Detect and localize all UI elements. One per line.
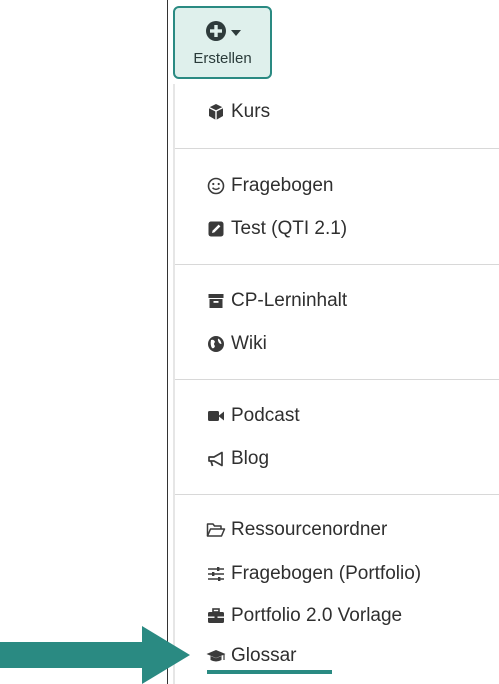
menu-item-ressourcenordner[interactable]: Ressourcenordner (175, 512, 499, 548)
highlight-arrow-icon (0, 626, 190, 684)
menu-item-podcast[interactable]: Podcast (175, 398, 499, 434)
menu-divider (175, 379, 499, 380)
menu-divider (175, 148, 499, 149)
screen: Erstellen Kurs Fragebogen Test (QTI 2.1)… (0, 0, 499, 684)
cube-icon (205, 101, 227, 123)
smiley-icon (205, 175, 227, 197)
menu-item-label: Fragebogen (Portfolio) (231, 563, 422, 584)
sliders-icon (205, 563, 227, 585)
menu-item-label: CP-Lerninhalt (231, 290, 348, 311)
menu-item-cp-lerninhalt[interactable]: CP-Lerninhalt (175, 283, 499, 319)
menu-item-label: Ressourcenordner (231, 519, 388, 540)
graduation-cap-icon (205, 645, 227, 667)
menu-item-label: Podcast (231, 405, 300, 426)
create-button-icons (205, 20, 241, 47)
menu-item-portfolio-vorlage[interactable]: Portfolio 2.0 Vorlage (175, 598, 499, 634)
menu-item-label: Glossar (231, 645, 297, 666)
edit-square-icon (205, 218, 227, 240)
menu-item-glossar[interactable]: Glossar (175, 638, 499, 674)
caret-down-icon (230, 24, 241, 42)
menu-item-fragebogen[interactable]: Fragebogen (175, 168, 499, 204)
menu-item-label: Wiki (231, 333, 267, 354)
menu-item-kurs[interactable]: Kurs (175, 94, 499, 130)
menu-item-label: Portfolio 2.0 Vorlage (231, 605, 403, 626)
menu-item-blog[interactable]: Blog (175, 441, 499, 477)
menu-item-label: Kurs (231, 101, 271, 122)
menu-item-fragebogen-portfolio[interactable]: Fragebogen (Portfolio) (175, 556, 499, 592)
create-button[interactable]: Erstellen (173, 6, 272, 79)
folder-open-icon (205, 519, 227, 541)
plus-circle-icon (205, 20, 227, 47)
menu-item-label: Fragebogen (231, 175, 334, 196)
briefcase-icon (205, 605, 227, 627)
video-camera-icon (205, 405, 227, 427)
globe-icon (205, 333, 227, 355)
create-dropdown-menu: Kurs Fragebogen Test (QTI 2.1) CP-Lernin… (175, 84, 499, 684)
create-button-label: Erstellen (193, 50, 252, 67)
menu-divider (175, 494, 499, 495)
menu-item-label: Test (QTI 2.1) (231, 218, 348, 239)
menu-item-test-qti[interactable]: Test (QTI 2.1) (175, 211, 499, 247)
archive-icon (205, 290, 227, 312)
bullhorn-icon (205, 448, 227, 470)
panel-border (167, 0, 168, 684)
highlight-underline (207, 670, 332, 674)
menu-item-wiki[interactable]: Wiki (175, 326, 499, 362)
menu-divider (175, 264, 499, 265)
menu-item-label: Blog (231, 448, 270, 469)
